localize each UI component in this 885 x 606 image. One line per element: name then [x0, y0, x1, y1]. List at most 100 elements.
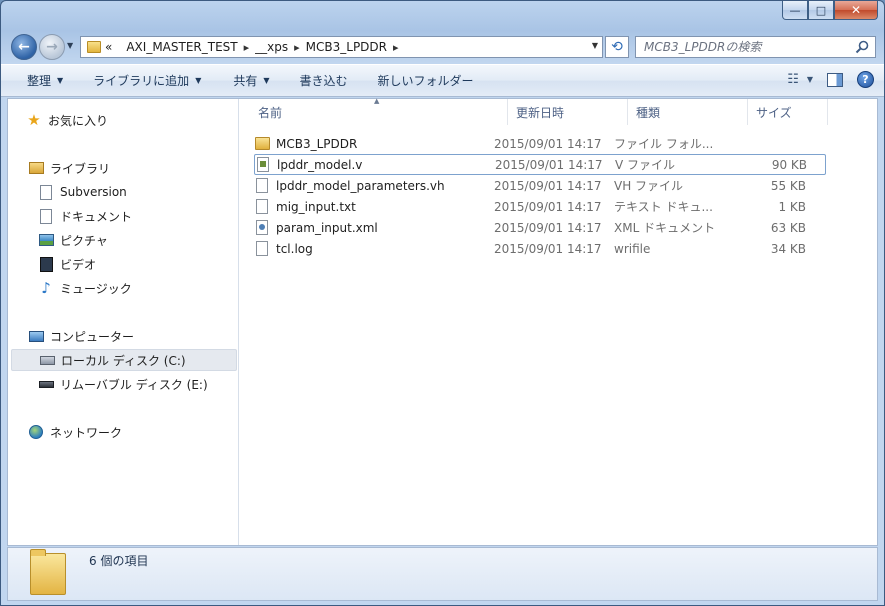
column-header-type[interactable]: 種類 [628, 99, 748, 125]
organize-menu[interactable]: 整理 ▼ [1, 69, 75, 93]
maximize-button[interactable]: □ [808, 1, 834, 20]
nav-label: Subversion [60, 185, 127, 199]
file-name: mig_input.txt [276, 199, 356, 214]
organize-label: 整理 [27, 74, 52, 88]
column-label: 種類 [636, 105, 661, 120]
command-bar: 整理 ▼ ライブラリに追加 ▼ 共有 ▼ 書き込む 新しいフォルダー ☷ ▼ ? [1, 64, 884, 97]
network-icon [29, 425, 43, 439]
file-size: 34 KB [770, 241, 806, 256]
folder-icon [254, 137, 270, 150]
column-header-name[interactable]: 名前 ▲ [240, 97, 508, 125]
file-type: ファイル フォル... [614, 137, 714, 151]
column-header-row: 名前 ▲ 更新日時 種類 サイズ [240, 97, 877, 125]
nav-favorites[interactable]: ★ お気に入り [26, 109, 108, 131]
refresh-button[interactable]: ⟲ [605, 36, 629, 58]
file-size: 1 KB [778, 199, 806, 214]
close-button[interactable]: ✕ [834, 1, 878, 20]
nav-label: ネットワーク [50, 425, 123, 440]
file-type: テキスト ドキュ... [614, 200, 713, 214]
nav-computer[interactable]: コンピューター [28, 325, 134, 347]
title-bar: — □ ✕ [1, 1, 884, 29]
column-header-date[interactable]: 更新日時 [508, 99, 628, 125]
file-row[interactable]: mig_input.txt 2015/09/01 14:17 テキスト ドキュ.… [254, 196, 826, 217]
nav-music[interactable]: ♪ ミュージック [38, 277, 132, 299]
video-icon [39, 256, 53, 272]
file-name: lpddr_model_parameters.vh [276, 178, 445, 193]
nav-network[interactable]: ネットワーク [28, 421, 122, 443]
breadcrumb-item[interactable]: MCB3_LPDDR [306, 40, 387, 54]
breadcrumb-item[interactable]: __xps [255, 40, 288, 54]
nav-label: コンピューター [50, 329, 135, 344]
nav-videos[interactable]: ビデオ [38, 253, 96, 275]
breadcrumb-item[interactable]: AXI_MASTER_TEST [126, 40, 237, 54]
file-row[interactable]: MCB3_LPDDR 2015/09/01 14:17 ファイル フォル... [254, 133, 826, 154]
breadcrumb-overflow[interactable]: « [105, 40, 112, 54]
file-date: 2015/09/01 14:17 [495, 157, 603, 172]
xml-file-icon [256, 220, 268, 235]
file-name: tcl.log [276, 241, 313, 256]
nav-label: お気に入り [48, 113, 109, 128]
sort-ascending-icon: ▲ [374, 97, 380, 105]
burn-button[interactable]: 書き込む [282, 69, 360, 93]
item-count: 6 個の項目 [89, 554, 149, 568]
search-icon[interactable] [855, 40, 869, 54]
nav-label: ライブラリ [50, 161, 111, 176]
recent-pages-dropdown-icon[interactable]: ▼ [67, 41, 73, 50]
minimize-button[interactable]: — [782, 1, 808, 20]
file-icon [256, 241, 268, 256]
view-list-icon: ☷ [787, 72, 799, 87]
chevron-right-icon[interactable]: ▸ [288, 41, 306, 54]
v-file-icon [257, 157, 269, 172]
add-to-library-label: ライブラリに追加 [93, 74, 190, 88]
caret-down-icon: ▼ [57, 76, 64, 85]
nav-local-disk-c[interactable]: ローカル ディスク (C:) [11, 349, 237, 371]
file-type: wrifile [614, 241, 651, 256]
chevron-right-icon[interactable]: ▸ [387, 41, 405, 54]
nav-libraries[interactable]: ライブラリ [28, 157, 110, 179]
forward-button[interactable]: → [39, 34, 65, 60]
file-row[interactable]: tcl.log 2015/09/01 14:17 wrifile 34 KB [254, 238, 826, 259]
caption-buttons: — □ ✕ [782, 1, 878, 20]
column-header-size[interactable]: サイズ [748, 99, 828, 125]
back-arrow-icon: ← [18, 39, 30, 55]
navigation-pane[interactable]: ★ お気に入り ライブラリ Subversion ドキュメント ピクチャ ビデオ… [8, 99, 239, 545]
change-view-button[interactable]: ☷ ▼ [787, 72, 813, 87]
chevron-right-icon[interactable]: ▸ [238, 41, 256, 54]
search-box[interactable] [635, 36, 876, 58]
column-label: 更新日時 [516, 105, 565, 120]
nav-removable-disk-e[interactable]: リムーバブル ディスク (E:) [38, 373, 208, 395]
burn-label: 書き込む [299, 74, 348, 88]
file-type: VH ファイル [614, 179, 684, 193]
new-folder-button[interactable]: 新しいフォルダー [360, 69, 486, 93]
computer-icon [28, 330, 44, 342]
nav-subversion[interactable]: Subversion [38, 181, 127, 203]
forward-arrow-icon: → [46, 39, 58, 55]
address-dropdown-icon[interactable]: ▼ [592, 41, 598, 50]
music-icon: ♪ [41, 279, 51, 297]
search-input[interactable] [644, 40, 844, 54]
file-icon [256, 178, 268, 193]
nav-documents[interactable]: ドキュメント [38, 205, 132, 227]
address-bar[interactable]: « AXI_MASTER_TEST ▸ __xps ▸ MCB3_LPDDR ▸… [80, 36, 603, 58]
folder-icon [30, 549, 66, 595]
file-list[interactable]: 名前 ▲ 更新日時 種類 サイズ MCB3_LPDDR 2015/09/01 1… [240, 97, 877, 545]
share-menu[interactable]: 共有 ▼ [213, 69, 281, 93]
add-to-library-menu[interactable]: ライブラリに追加 ▼ [75, 69, 213, 93]
file-row[interactable]: lpddr_model.v 2015/09/01 14:17 V ファイル 90… [254, 154, 826, 175]
nav-pictures[interactable]: ピクチャ [38, 229, 108, 251]
file-size: 63 KB [770, 220, 806, 235]
nav-label: ビデオ [60, 257, 97, 272]
help-icon[interactable]: ? [857, 71, 874, 88]
pictures-icon [38, 234, 54, 246]
explorer-window: — □ ✕ ← → ▼ « AXI_MASTER_TEST ▸ __xps ▸ … [0, 0, 885, 606]
preview-pane-icon[interactable] [827, 72, 843, 87]
file-row[interactable]: param_input.xml 2015/09/01 14:17 XML ドキュ… [254, 217, 826, 238]
file-size: 90 KB [771, 157, 807, 172]
document-library-icon [40, 184, 52, 200]
file-row[interactable]: lpddr_model_parameters.vh 2015/09/01 14:… [254, 175, 826, 196]
file-type: V ファイル [615, 158, 676, 172]
text-file-icon [256, 199, 268, 214]
file-date: 2015/09/01 14:17 [494, 199, 602, 214]
nav-label: ミュージック [60, 281, 132, 296]
back-button[interactable]: ← [11, 34, 37, 60]
